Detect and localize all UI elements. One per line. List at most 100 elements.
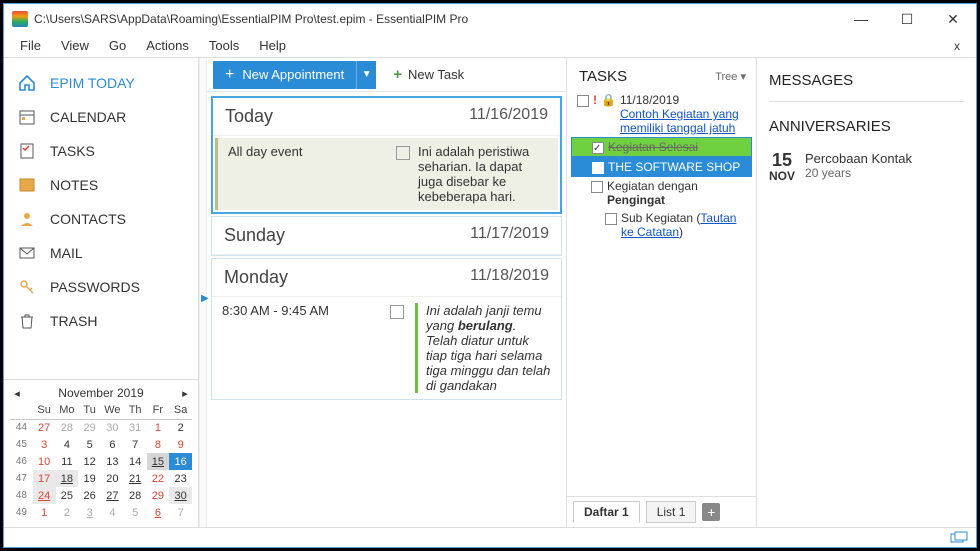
cal-day[interactable]: 28	[56, 419, 79, 436]
cal-weekday: Th	[124, 402, 147, 419]
cal-day[interactable]: 5	[124, 504, 147, 521]
cal-day[interactable]: 23	[169, 470, 192, 487]
splitter[interactable]: ▶	[199, 58, 207, 527]
cal-day[interactable]: 18	[56, 470, 79, 487]
cal-day[interactable]: 30	[101, 419, 124, 436]
sidebar-item-mail[interactable]: MAIL	[4, 236, 198, 270]
menu-view[interactable]: View	[51, 36, 99, 55]
cal-day[interactable]: 17	[33, 470, 56, 487]
task-checkbox[interactable]	[592, 142, 604, 154]
task-item[interactable]: ! 🔒 11/18/2019Contoh Kegiatan yang memil…	[571, 91, 752, 137]
cal-day[interactable]: 13	[101, 453, 124, 470]
sidebar-item-contacts[interactable]: CONTACTS	[4, 202, 198, 236]
cal-day[interactable]: 24	[33, 487, 56, 504]
close-button[interactable]: ✕	[930, 4, 976, 34]
task-text: THE SOFTWARE SHOP	[608, 160, 747, 174]
cal-day[interactable]: 2	[56, 504, 79, 521]
app-icon	[12, 11, 28, 27]
task-due-date: 11/18/2019Contoh Kegiatan yang memiliki …	[620, 93, 750, 135]
cal-day[interactable]: 1	[147, 419, 170, 436]
cal-day[interactable]: 6	[101, 436, 124, 453]
cal-day[interactable]: 27	[101, 487, 124, 504]
new-appointment-dropdown[interactable]: ▼	[356, 61, 376, 89]
cal-day[interactable]: 21	[124, 470, 147, 487]
task-subitem[interactable]: Sub Kegiatan (Tautan ke Catatan)	[571, 209, 752, 241]
tasks-view-mode[interactable]: Tree ▾	[715, 70, 746, 83]
cal-week-number: 45	[10, 436, 33, 453]
tasks-heading: TASKS	[579, 68, 627, 85]
sidebar-item-notes[interactable]: NOTES	[4, 168, 198, 202]
cal-next[interactable]: ▸	[178, 387, 192, 400]
cal-day[interactable]: 7	[169, 504, 192, 521]
new-task-button[interactable]: + New Task	[382, 61, 475, 89]
cal-day[interactable]: 20	[101, 470, 124, 487]
cal-day[interactable]: 16	[169, 453, 192, 470]
new-appointment-button[interactable]: + New Appointment	[213, 61, 356, 89]
cal-day[interactable]: 4	[101, 504, 124, 521]
task-tab-1[interactable]: Daftar 1	[573, 501, 640, 523]
maximize-button[interactable]: ☐	[884, 4, 930, 34]
cal-day[interactable]: 15	[147, 453, 170, 470]
cal-week-number: 46	[10, 453, 33, 470]
cal-day[interactable]: 5	[78, 436, 101, 453]
cal-prev[interactable]: ◂	[10, 387, 24, 400]
cal-day[interactable]: 2	[169, 419, 192, 436]
anniv-day: 15	[769, 151, 795, 169]
timed-event[interactable]: 8:30 AM - 9:45 AM Ini adalah janji temu …	[212, 297, 561, 399]
menu-actions[interactable]: Actions	[136, 36, 199, 55]
day-monday: Monday 11/18/2019 8:30 AM - 9:45 AM Ini …	[211, 258, 562, 400]
cal-day[interactable]: 4	[56, 436, 79, 453]
cal-day[interactable]: 29	[78, 419, 101, 436]
titlebar: C:\Users\SARS\AppData\Roaming\EssentialP…	[4, 4, 976, 34]
event-checkbox[interactable]	[390, 305, 404, 319]
cal-day[interactable]: 25	[56, 487, 79, 504]
cal-day[interactable]: 3	[33, 436, 56, 453]
toolbar: + New Appointment ▼ + New Task	[207, 58, 566, 92]
cal-day[interactable]: 12	[78, 453, 101, 470]
cal-month-label[interactable]: November 2019	[28, 386, 174, 400]
task-checkbox[interactable]	[592, 162, 604, 174]
cal-day[interactable]: 30	[169, 487, 192, 504]
cal-day[interactable]: 28	[124, 487, 147, 504]
cal-day[interactable]: 8	[147, 436, 170, 453]
sidebar-item-epim-today[interactable]: EPIM TODAY	[4, 66, 198, 100]
sidebar-item-tasks[interactable]: TASKS	[4, 134, 198, 168]
cal-day[interactable]: 26	[78, 487, 101, 504]
cal-day[interactable]: 6	[147, 504, 170, 521]
task-item[interactable]: Kegiatan denganPengingat	[571, 177, 752, 209]
cal-weekday: Mo	[56, 402, 79, 419]
allday-event[interactable]: All day event Ini adalah peristiwa sehar…	[215, 138, 558, 210]
cal-day[interactable]: 11	[56, 453, 79, 470]
menu-tools[interactable]: Tools	[199, 36, 249, 55]
sync-icon[interactable]	[950, 531, 968, 545]
sidebar-item-calendar[interactable]: CALENDAR	[4, 100, 198, 134]
menubar-close[interactable]: x	[954, 39, 970, 53]
add-tab-button[interactable]: +	[702, 503, 720, 521]
sidebar-item-trash[interactable]: TRASH	[4, 304, 198, 338]
menu-file[interactable]: File	[10, 36, 51, 55]
cal-day[interactable]: 14	[124, 453, 147, 470]
cal-day[interactable]: 31	[124, 419, 147, 436]
task-checkbox[interactable]	[577, 95, 589, 107]
task-checkbox[interactable]	[591, 181, 603, 193]
anniversary-item[interactable]: 15 NOV Percobaan Kontak 20 years	[769, 151, 964, 183]
menu-go[interactable]: Go	[99, 36, 136, 55]
task-tab-2[interactable]: List 1	[646, 501, 697, 523]
task-item-done[interactable]: Kegiatan Selesai	[571, 137, 752, 157]
cal-day[interactable]: 1	[33, 504, 56, 521]
event-checkbox[interactable]	[396, 146, 410, 160]
task-checkbox[interactable]	[605, 213, 617, 225]
cal-day[interactable]: 22	[147, 470, 170, 487]
cal-day[interactable]: 9	[169, 436, 192, 453]
task-item-selected[interactable]: THE SOFTWARE SHOP	[571, 157, 752, 177]
cal-day[interactable]: 10	[33, 453, 56, 470]
chevron-right-icon: ▶	[201, 293, 209, 304]
minimize-button[interactable]: —	[838, 4, 884, 34]
cal-day[interactable]: 29	[147, 487, 170, 504]
cal-day[interactable]: 7	[124, 436, 147, 453]
cal-day[interactable]: 27	[33, 419, 56, 436]
cal-day[interactable]: 19	[78, 470, 101, 487]
sidebar-item-passwords[interactable]: PASSWORDS	[4, 270, 198, 304]
cal-day[interactable]: 3	[78, 504, 101, 521]
menu-help[interactable]: Help	[249, 36, 296, 55]
